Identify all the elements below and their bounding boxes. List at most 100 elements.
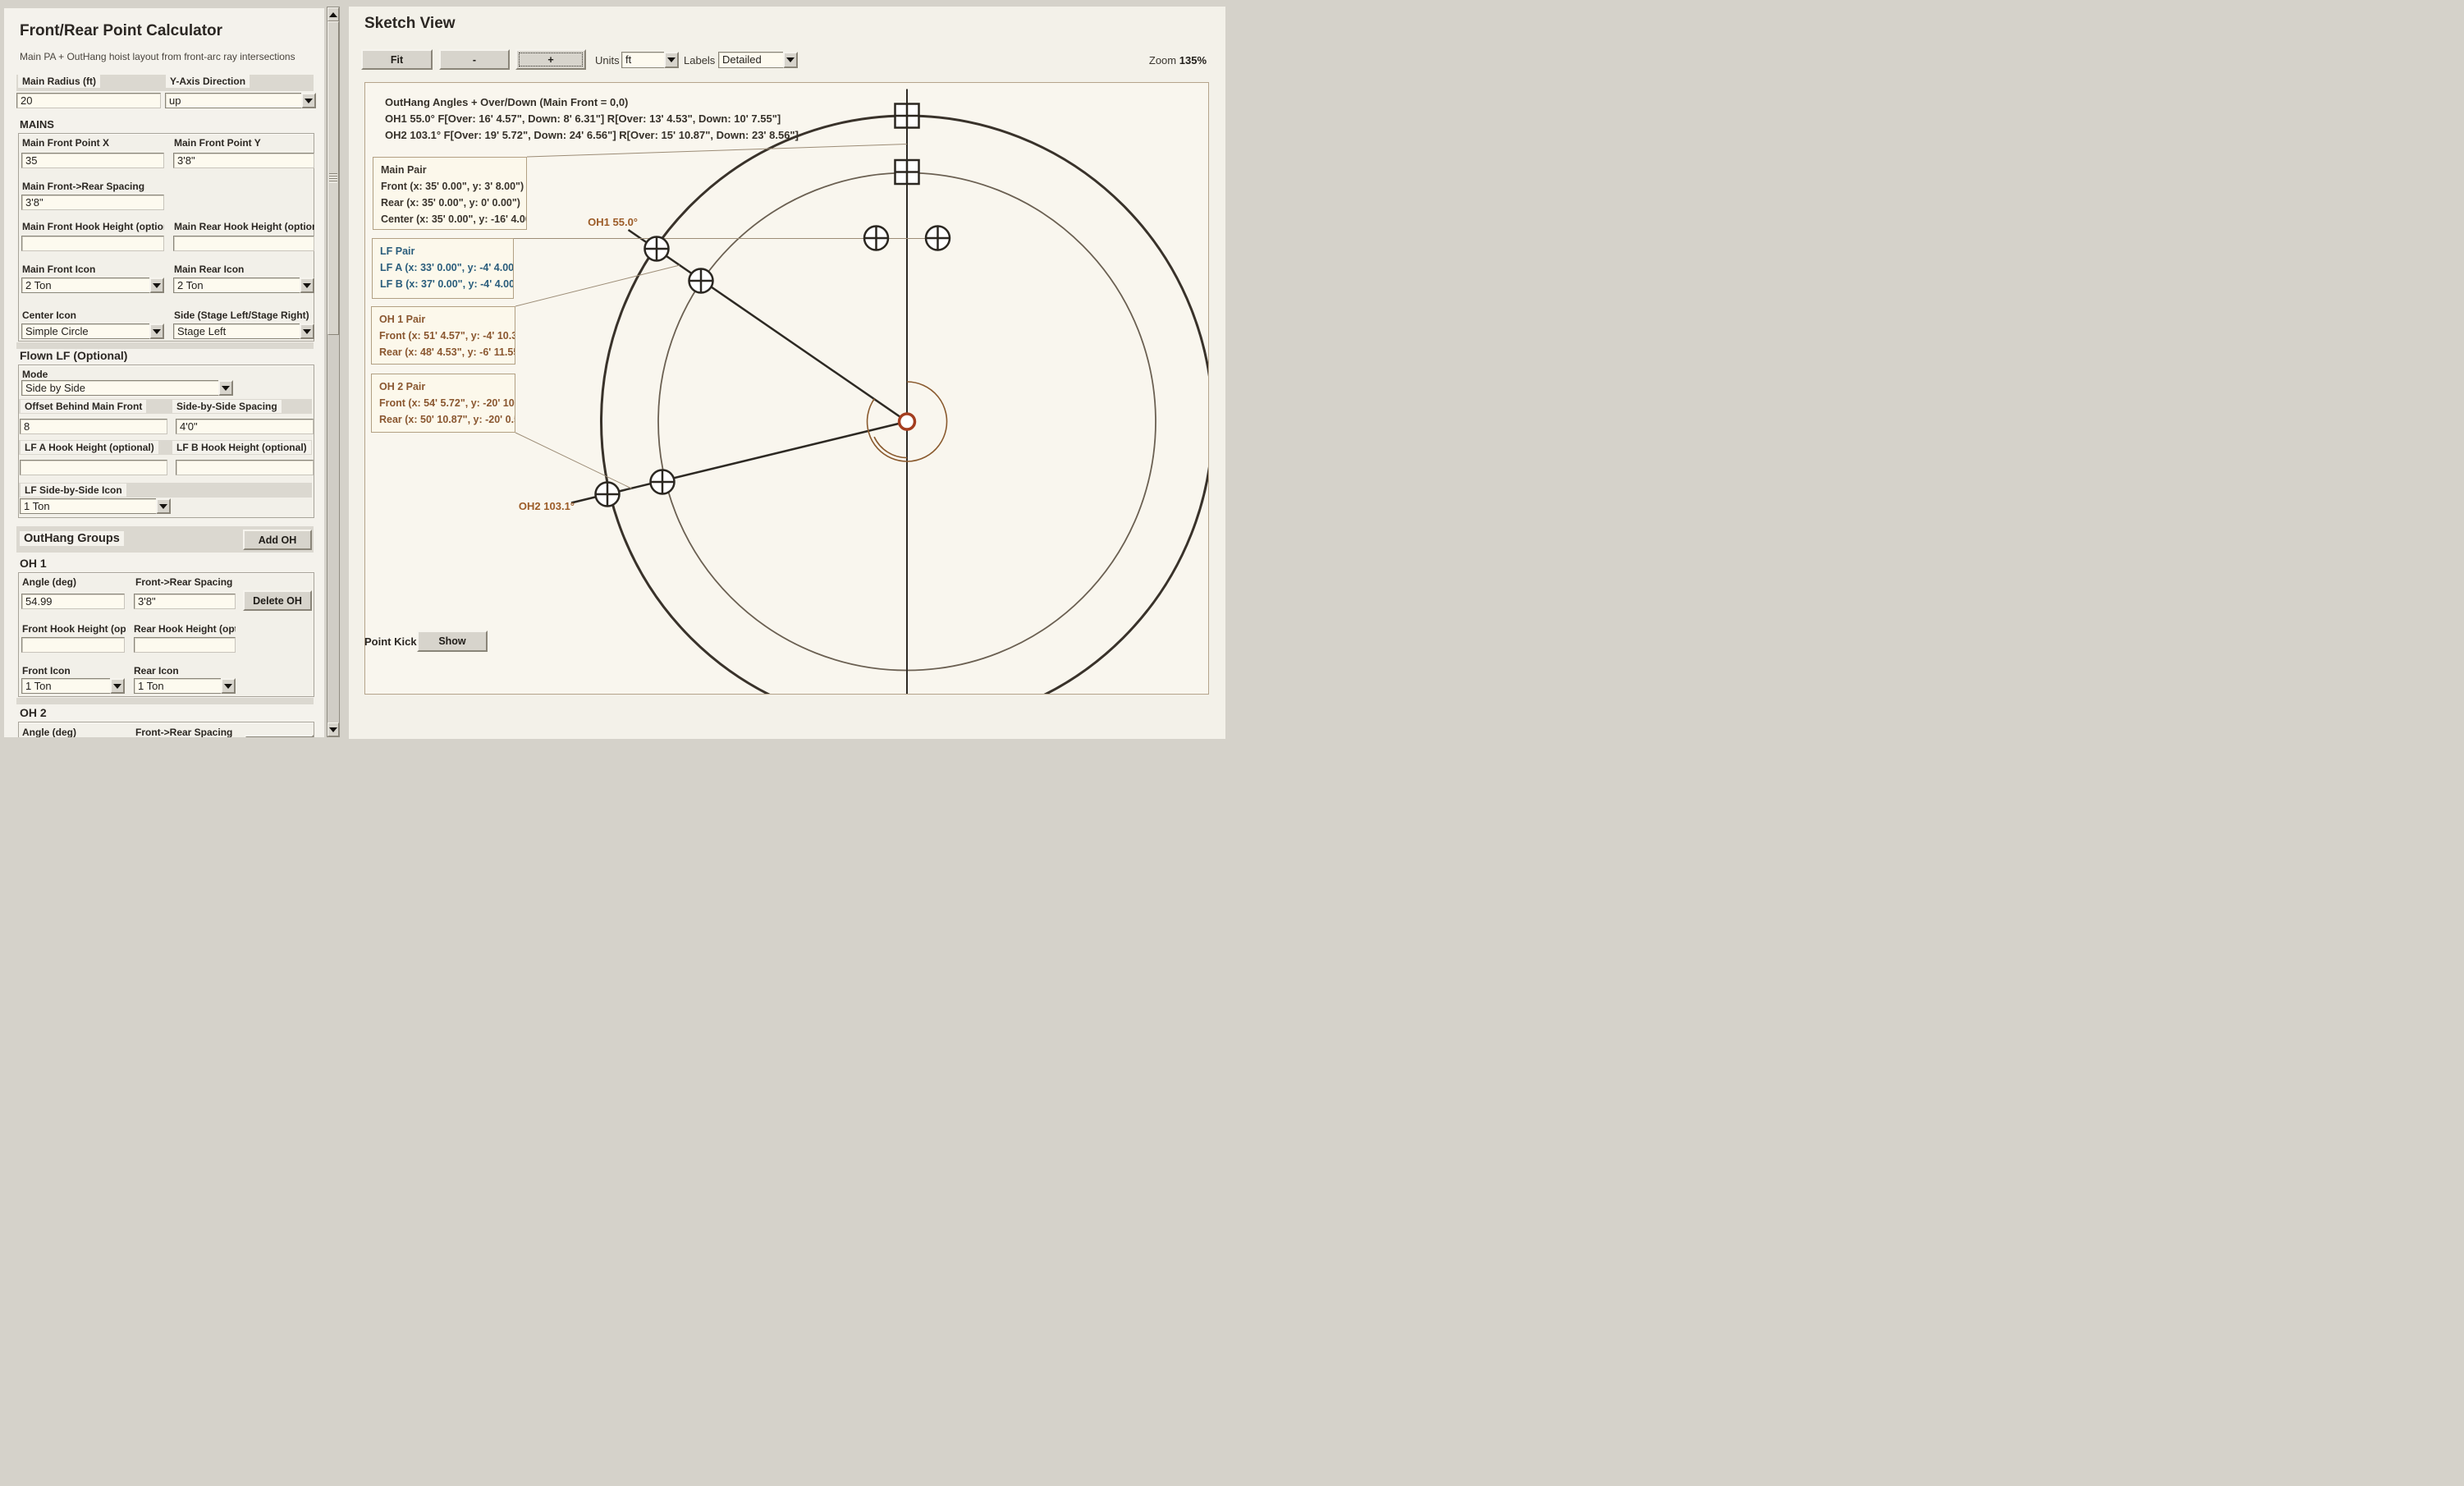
zoom-out-button[interactable]: -: [439, 49, 510, 70]
lf-mode-label: Mode: [22, 369, 48, 380]
info-box-line: Rear (x: 35' 0.00", y: 0' 0.00"): [381, 195, 519, 211]
lf-pair-info-box: LF Pair LF A (x: 33' 0.00", y: -4' 4.00"…: [372, 238, 514, 299]
sidebar-scrollbar[interactable]: [327, 7, 340, 737]
oh2-spacing-label: Front->Rear Spacing: [135, 727, 232, 737]
main-rear-icon-select[interactable]: 2 Ton: [173, 277, 314, 293]
oh2-ray-line: [571, 422, 907, 503]
units-select[interactable]: ft: [621, 52, 679, 68]
oh2-delete-oh-button-partial[interactable]: [245, 735, 314, 737]
y-axis-label: Y-Axis Direction: [166, 75, 250, 88]
side-select[interactable]: Stage Left: [173, 323, 314, 339]
main-front-icon-label: Main Front Icon: [22, 264, 95, 275]
info-box-line: Rear (x: 50' 10.87", y: -20' 0.56"): [379, 411, 507, 428]
dropdown-arrow-icon[interactable]: [664, 52, 679, 68]
y-axis-value: up: [165, 93, 301, 108]
lf-sbs-icon-value: 1 Ton: [20, 498, 156, 514]
dropdown-arrow-icon[interactable]: [300, 323, 314, 339]
dropdown-arrow-icon[interactable]: [156, 498, 171, 514]
main-front-hook-label: Main Front Hook Height (optional): [22, 221, 164, 232]
main-front-y-input[interactable]: [173, 153, 314, 168]
point-kick-show-button[interactable]: Show: [417, 631, 488, 652]
oh1-rear-icon-select[interactable]: 1 Ton: [134, 678, 236, 694]
oh1-rear-hook-label: Rear Hook Height (optio: [134, 623, 236, 635]
main-spacing-input[interactable]: [21, 195, 164, 210]
dropdown-arrow-icon[interactable]: [218, 380, 233, 396]
lfb-hook-label: LF B Hook Height (optional): [172, 441, 311, 454]
dropdown-arrow-icon[interactable]: [301, 93, 316, 108]
main-rear-hoist-icon-2ton: [895, 160, 919, 184]
lf-sbs-icon-label: LF Side-by-Side Icon: [21, 484, 126, 497]
annotation-line: OutHang Angles + Over/Down (Main Front =…: [385, 94, 799, 111]
scrollbar-thumb[interactable]: [327, 21, 339, 335]
oh1-spacing-input[interactable]: [134, 594, 236, 609]
lf-sbs-icon-select[interactable]: 1 Ton: [20, 498, 171, 514]
oh1-angle-canvas-label: OH1 55.0°: [588, 216, 638, 228]
oh1-front-hook-input[interactable]: [21, 637, 125, 653]
info-box-title: LF Pair: [380, 243, 506, 259]
lf-offset-input[interactable]: [20, 419, 167, 434]
scroll-up-icon[interactable]: [327, 7, 339, 21]
app-window: Front/Rear Point Calculator Main PA + Ou…: [0, 0, 1232, 743]
main-front-icon-value: 2 Ton: [21, 277, 149, 293]
oh1-heading: OH 1: [20, 557, 47, 570]
y-axis-select[interactable]: up: [165, 93, 316, 108]
sketch-canvas[interactable]: OH1 55.0° OH2 103.1° OutHang Angles + Ov…: [364, 82, 1209, 695]
oh2-angle-arc: [874, 437, 907, 457]
dropdown-arrow-icon[interactable]: [300, 277, 314, 293]
lf-sbs-spacing-input[interactable]: [176, 419, 314, 434]
zoom-indicator: Zoom 135%: [1149, 54, 1207, 67]
main-radius-input[interactable]: [16, 93, 161, 108]
oh2-rear-hoist-icon-1ton: [651, 470, 675, 494]
oh1-rear-icon-value: 1 Ton: [134, 678, 221, 694]
oh1-pair-leader-line: [515, 265, 680, 306]
fit-button[interactable]: Fit: [361, 49, 433, 70]
labels-select[interactable]: Detailed: [718, 52, 798, 68]
lfb-hook-input[interactable]: [176, 460, 314, 475]
dropdown-arrow-icon[interactable]: [221, 678, 236, 694]
main-rear-icon-label: Main Rear Icon: [174, 264, 244, 275]
dropdown-arrow-icon[interactable]: [149, 323, 164, 339]
oh1-front-hoist-icon-1ton: [645, 237, 669, 261]
center-point-icon: [900, 414, 915, 429]
zoom-in-button[interactable]: +: [515, 49, 586, 70]
oh1-front-hook-label: Front Hook Height (optio: [22, 623, 126, 635]
lf-b-hoist-icon-1ton: [926, 227, 950, 250]
main-front-icon-select[interactable]: 2 Ton: [21, 277, 164, 293]
sketch-panel: Sketch View Fit - + Units ft Labels Deta…: [349, 7, 1225, 739]
oh1-rear-icon-label: Rear Icon: [134, 665, 179, 676]
outhang-annotation: OutHang Angles + Over/Down (Main Front =…: [385, 94, 799, 144]
dropdown-arrow-icon[interactable]: [783, 52, 798, 68]
info-box-title: OH 2 Pair: [379, 378, 507, 395]
main-front-x-input[interactable]: [21, 153, 164, 168]
delete-oh-button[interactable]: Delete OH: [243, 590, 312, 611]
dropdown-arrow-icon[interactable]: [110, 678, 125, 694]
main-front-hook-input[interactable]: [21, 236, 164, 251]
scrollbar-grip: [329, 173, 337, 183]
units-value: ft: [621, 52, 664, 68]
center-icon-select[interactable]: Simple Circle: [21, 323, 164, 339]
lf-sbs-spacing-label: Side-by-Side Spacing: [172, 400, 282, 413]
oh2-angle-label: Angle (deg): [22, 727, 76, 737]
oh1-rear-hook-input[interactable]: [134, 637, 236, 653]
oh1-front-icon-select[interactable]: 1 Ton: [21, 678, 125, 694]
info-box-title: OH 1 Pair: [379, 311, 507, 328]
page-title: Front/Rear Point Calculator: [20, 22, 222, 40]
lfa-hook-input[interactable]: [20, 460, 167, 475]
lf-mode-select[interactable]: Side by Side: [21, 380, 233, 396]
oh1-angle-input[interactable]: [21, 594, 125, 609]
lfa-hook-label: LF A Hook Height (optional): [21, 441, 158, 454]
section-divider: [16, 342, 314, 349]
info-box-line: Front (x: 51' 4.57", y: -4' 10.31"): [379, 328, 507, 344]
info-box-line: Front (x: 54' 5.72", y: -20' 10.56"): [379, 395, 507, 411]
dropdown-arrow-icon[interactable]: [149, 277, 164, 293]
side-label: Side (Stage Left/Stage Right): [174, 310, 309, 321]
main-front-arc-circle: [602, 116, 1210, 695]
labels-value: Detailed: [718, 52, 783, 68]
oh1-pair-info-box: OH 1 Pair Front (x: 51' 4.57", y: -4' 10…: [371, 306, 515, 365]
oh1-spacing-label: Front->Rear Spacing: [135, 576, 232, 588]
scroll-down-icon[interactable]: [327, 722, 339, 736]
oh2-angle-canvas-label: OH2 103.1°: [519, 500, 575, 512]
main-rear-hook-input[interactable]: [173, 236, 314, 251]
add-oh-button[interactable]: Add OH: [243, 530, 312, 550]
center-icon-label: Center Icon: [22, 310, 76, 321]
